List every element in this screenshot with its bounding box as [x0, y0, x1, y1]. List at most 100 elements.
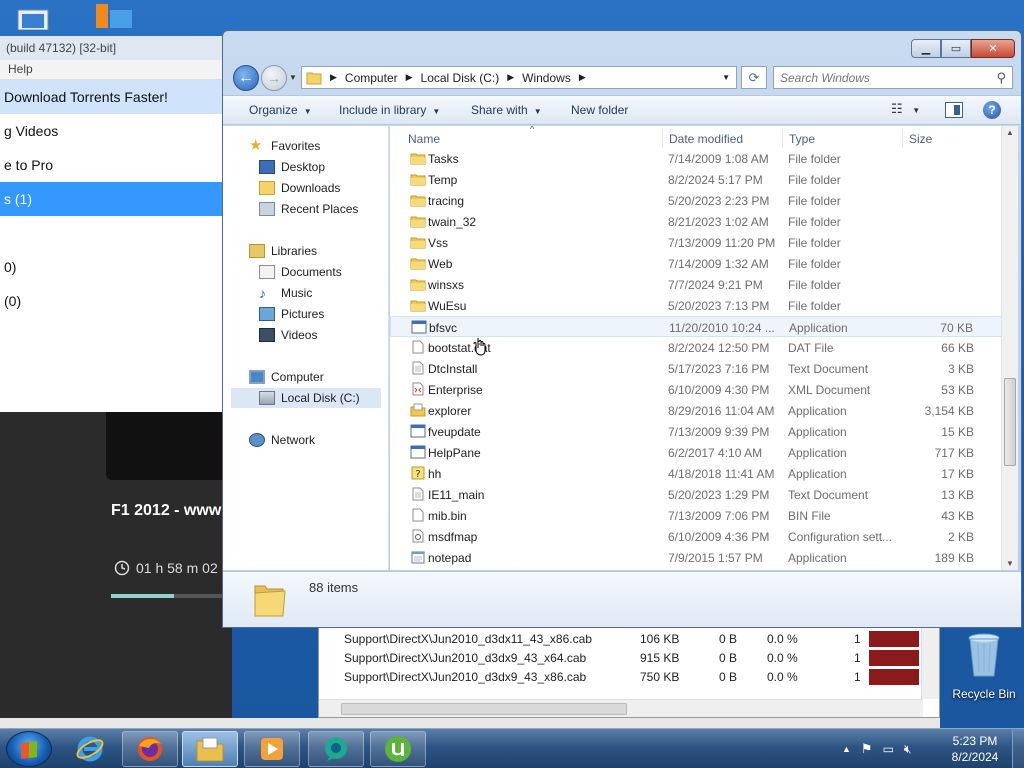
- file-row-winsxs[interactable]: winsxs 7/7/2024 9:21 PM File folder: [390, 274, 1002, 295]
- file-row-bfsvc[interactable]: bfsvc 11/20/2010 10:24 ... Application 70 K…: [390, 316, 1002, 337]
- column-type[interactable]: Type: [789, 132, 815, 146]
- file-row-web[interactable]: Web 7/14/2009 1:32 AM File folder: [390, 253, 1002, 274]
- sidebar-item-count-a[interactable]: 0): [0, 250, 231, 284]
- file-row-wuesu[interactable]: WuEsu 5/20/2023 7:13 PM File folder: [390, 295, 1002, 316]
- nav-desktop[interactable]: Desktop: [259, 157, 325, 177]
- breadcrumb-separator-icon[interactable]: ▶: [330, 72, 337, 83]
- sidebar-item-upgrade[interactable]: e to Pro: [0, 148, 231, 182]
- sidebar-item-promo[interactable]: Download Torrents Faster!: [0, 80, 231, 114]
- file-row-explorer[interactable]: explorer 8/29/2016 11:04 AM Application 3,1…: [390, 400, 1002, 421]
- nav-computer[interactable]: Computer: [249, 367, 324, 387]
- file-row-temp[interactable]: Temp 8/2/2024 5:17 PM File folder: [390, 169, 1002, 190]
- file-row-msdfmap[interactable]: msdfmap 6/10/2009 4:36 PM Configuration se…: [390, 526, 1002, 547]
- close-button[interactable]: ✕: [971, 39, 1015, 58]
- forward-button[interactable]: →: [261, 65, 287, 91]
- minimize-button[interactable]: ▁: [911, 39, 941, 58]
- column-name[interactable]: Name: [408, 132, 440, 146]
- share-with-button[interactable]: Share with ▼: [471, 103, 542, 117]
- nav-pictures[interactable]: Pictures: [259, 304, 324, 324]
- show-hidden-icons-icon[interactable]: ▲: [842, 744, 851, 754]
- help-button[interactable]: ?: [983, 101, 1001, 119]
- files-scroll-thumb[interactable]: [341, 703, 627, 715]
- torrent-file-row[interactable]: Support\DirectX\Jun2010_d3dx9_43_x64.cab…: [319, 648, 919, 667]
- column-size[interactable]: Size: [909, 132, 932, 146]
- file-row-hh[interactable]: ? hh 4/18/2018 11:41 AM Application 17 KB: [390, 463, 1002, 484]
- breadcrumb-separator-icon[interactable]: ▶: [406, 72, 413, 83]
- file-row-fveupdate[interactable]: fveupdate 7/13/2009 9:39 PM Application 15 …: [390, 421, 1002, 442]
- nav-local-disk[interactable]: Local Disk (C:): [231, 388, 381, 408]
- help-menu[interactable]: Help: [0, 60, 231, 80]
- file-row-enterprise[interactable]: Enterprise 6/10/2009 4:30 PM XML Document 5…: [390, 379, 1002, 400]
- column-separator[interactable]: [662, 128, 663, 148]
- taskbar-torrent-app[interactable]: [308, 731, 364, 767]
- refresh-button[interactable]: ⟳: [741, 66, 767, 89]
- nav-music[interactable]: ♪ Music: [259, 283, 312, 303]
- breadcrumb-local-disk[interactable]: Local Disk (C:): [421, 71, 500, 85]
- start-button[interactable]: [6, 731, 52, 767]
- taskbar-windows-explorer[interactable]: [182, 731, 238, 767]
- column-date[interactable]: Date modified: [669, 132, 743, 146]
- nav-documents[interactable]: Documents: [259, 262, 342, 282]
- file-row-mib-bin[interactable]: mib.bin 7/13/2009 7:06 PM BIN File 43 KB: [390, 505, 1002, 526]
- explorer-window[interactable]: ▁ ▭ ✕ ← → ▼ ▶ Computer ▶ Local Disk (C:)…: [222, 30, 1022, 628]
- show-desktop-button[interactable]: [1012, 729, 1024, 768]
- column-separator[interactable]: [782, 128, 783, 148]
- breadcrumb-windows[interactable]: Windows: [522, 71, 571, 85]
- file-row-helppane[interactable]: HelpPane 6/2/2017 4:10 AM Application 717 K…: [390, 442, 1002, 463]
- nav-network[interactable]: Network: [249, 430, 315, 450]
- file-row-ie11-main[interactable]: IE11_main 5/20/2023 1:29 PM Text Document 1…: [390, 484, 1002, 505]
- system-clock[interactable]: 5:23 PM 8/2/2024: [940, 733, 1010, 765]
- organize-button[interactable]: Organize ▼: [249, 103, 312, 117]
- breadcrumb-separator-icon[interactable]: ▶: [579, 72, 586, 83]
- taskbar-media-player[interactable]: [244, 731, 300, 767]
- nav-favorites[interactable]: ★ Favorites: [249, 136, 320, 156]
- torrent-file-row[interactable]: Support\DirectX\Jun2010_d3dx11_43_x86.ca…: [319, 629, 919, 648]
- sidebar-item-blank[interactable]: [0, 216, 231, 250]
- file-row-tasks[interactable]: Tasks 7/14/2009 1:08 AM File folder: [390, 148, 1002, 169]
- address-bar[interactable]: ▶ Computer ▶ Local Disk (C:) ▶ Windows ▶…: [301, 66, 737, 89]
- torrent-files-panel[interactable]: Support\DirectX\Jun2010_d3dx11_43_x86.ca…: [318, 626, 940, 718]
- action-center-flag-icon[interactable]: ⚑: [861, 741, 873, 757]
- back-button[interactable]: ←: [233, 65, 259, 91]
- sidebar-item-selected[interactable]: s (1): [0, 182, 231, 216]
- media-progress-bar[interactable]: [111, 594, 232, 598]
- network-tray-icon[interactable]: ▭: [883, 742, 894, 756]
- column-separator[interactable]: [902, 128, 903, 148]
- torrent-file-row[interactable]: Support\DirectX\Jun2010_d3dx9_43_x86.cab…: [319, 667, 919, 686]
- nav-libraries[interactable]: Libraries: [249, 241, 317, 261]
- file-row-tracing[interactable]: tracing 5/20/2023 2:23 PM File folder: [390, 190, 1002, 211]
- volume-muted-icon[interactable]: 🔇︎: [904, 742, 912, 757]
- taskbar-utorrent[interactable]: [370, 731, 426, 767]
- computer-desktop-icon[interactable]: [14, 0, 62, 30]
- recent-pages-dropdown[interactable]: ▼: [289, 73, 297, 82]
- include-in-library-button[interactable]: Include in library ▼: [339, 103, 440, 117]
- sidebar-item-count-b[interactable]: (0): [0, 284, 231, 318]
- nav-recent-places[interactable]: Recent Places: [259, 199, 358, 219]
- scroll-down-icon[interactable]: ▼: [1006, 559, 1014, 568]
- scroll-thumb[interactable]: [1004, 378, 1016, 466]
- media-thumbnail[interactable]: [106, 412, 232, 480]
- maximize-button[interactable]: ▭: [941, 39, 971, 58]
- search-icon[interactable]: ⚲: [996, 70, 1006, 86]
- files-horizontal-scrollbar[interactable]: [319, 699, 923, 717]
- file-list-scrollbar[interactable]: ▲ ▼: [1001, 126, 1018, 570]
- file-row-vss[interactable]: Vss 7/13/2009 11:20 PM File folder: [390, 232, 1002, 253]
- file-row-twain-32[interactable]: twain_32 8/21/2023 1:02 AM File folder: [390, 211, 1002, 232]
- change-view-button[interactable]: ☷ ▼: [891, 101, 920, 117]
- taskbar-firefox[interactable]: [122, 731, 178, 767]
- file-row-notepad[interactable]: notepad 7/9/2015 1:57 PM Application 189 KB: [390, 547, 1002, 568]
- files-vertical-scrollbar[interactable]: [921, 627, 939, 699]
- nav-downloads[interactable]: Downloads: [259, 178, 340, 198]
- file-row-dtcinstall[interactable]: DtcInstall 5/17/2023 7:16 PM Text Document…: [390, 358, 1002, 379]
- nav-videos[interactable]: Videos: [259, 325, 317, 345]
- scroll-up-icon[interactable]: ▲: [1006, 128, 1014, 137]
- search-box[interactable]: ⚲: [773, 66, 1013, 89]
- preview-pane-button[interactable]: [945, 102, 963, 118]
- background-torrent-window[interactable]: (build 47132) [32-bit] Help Download Tor…: [0, 36, 232, 412]
- search-input[interactable]: [780, 70, 980, 85]
- sidebar-item-videos[interactable]: g Videos: [0, 114, 231, 148]
- taskbar-internet-explorer[interactable]: [62, 731, 118, 767]
- installer-desktop-icon[interactable]: [92, 0, 140, 30]
- breadcrumb-computer[interactable]: Computer: [345, 71, 398, 85]
- address-dropdown-icon[interactable]: ▼: [722, 73, 730, 82]
